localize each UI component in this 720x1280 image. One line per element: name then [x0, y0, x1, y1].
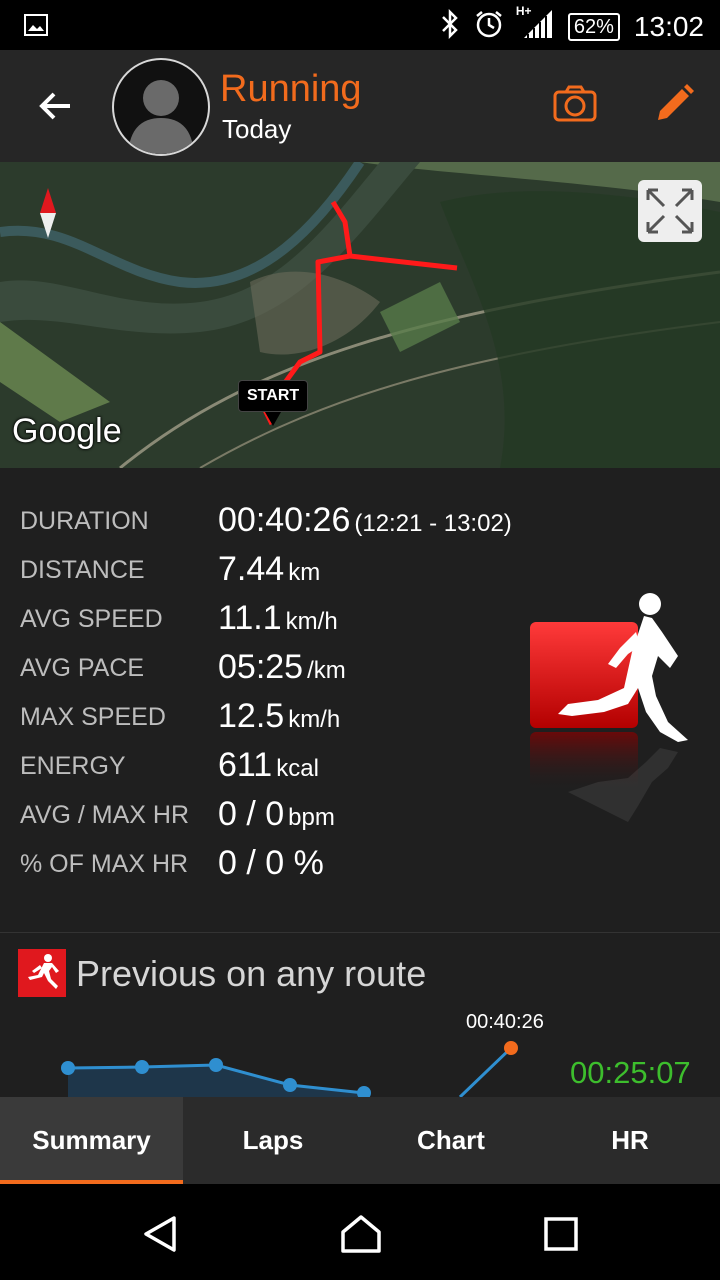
stat-pct-max-hr: % OF MAX HR 0 / 0 % [20, 843, 520, 883]
back-arrow-icon[interactable] [36, 86, 76, 126]
stat-label: AVG PACE [20, 654, 145, 682]
tab-summary[interactable]: Summary [0, 1097, 183, 1184]
stat-unit: km/h [288, 706, 341, 733]
chart-point-current [504, 1041, 518, 1055]
tab-chart[interactable]: Chart [361, 1097, 541, 1184]
battery-icon: 62% [567, 12, 620, 41]
stat-label: AVG / MAX HR [20, 801, 190, 829]
google-logo: Google [12, 412, 122, 450]
stat-label: AVG SPEED [20, 605, 163, 633]
previous-section[interactable]: Previous on any route 00:40:26 00:25:07 [0, 933, 720, 1097]
chart-point [61, 1061, 75, 1075]
status-bar: H+ 62% 13:02 [0, 0, 720, 50]
bluetooth-icon [440, 8, 460, 44]
stat-value: 11.1 [218, 599, 282, 637]
previous-title: Previous on any route [76, 953, 427, 994]
system-nav-bar [0, 1184, 720, 1280]
stat-unit: /km [307, 657, 346, 684]
chart-point [135, 1060, 149, 1074]
gallery-icon [24, 14, 48, 41]
stat-value: 0 / 0 % [218, 844, 324, 882]
stat-distance: DISTANCE 7.44 km [20, 549, 520, 589]
stat-unit: kcal [276, 755, 319, 782]
stat-label: % OF MAX HR [20, 850, 189, 878]
chart-point [209, 1058, 223, 1072]
expand-icon[interactable] [638, 180, 702, 242]
stat-duration: DURATION 00:40:26 (12:21 - 13:02) [20, 500, 520, 540]
edit-icon[interactable] [652, 82, 696, 126]
runner-icon [528, 592, 698, 872]
status-time: 13:02 [633, 10, 704, 42]
stat-value: 12.5 [218, 697, 285, 735]
start-pin [265, 412, 281, 426]
signal-icon: H+ [516, 4, 554, 45]
stat-unit: bpm [288, 804, 335, 831]
alarm-icon [474, 9, 504, 44]
stat-label: DURATION [20, 507, 149, 535]
start-marker: START [238, 380, 309, 412]
stat-unit: km [288, 559, 321, 586]
stat-value: 7.44 [218, 550, 285, 588]
tab-laps[interactable]: Laps [183, 1097, 363, 1184]
camera-icon[interactable] [553, 84, 597, 124]
avatar[interactable] [112, 58, 210, 156]
stat-value: 05:25 [218, 648, 304, 686]
recents-nav-icon[interactable] [543, 1216, 579, 1257]
stat-energy: ENERGY 611 kcal [20, 745, 520, 785]
app-bar: Running Today [0, 50, 720, 162]
stat-value: 0 / 0 [218, 795, 285, 833]
tab-hr[interactable]: HR [540, 1097, 720, 1184]
stat-value: 00:40:26 [218, 501, 351, 539]
chart-point [283, 1078, 297, 1092]
page-subtitle: Today [222, 114, 292, 144]
stat-max-speed: MAX SPEED 12.5 km/h [20, 696, 520, 736]
stat-label: ENERGY [20, 752, 126, 780]
chart-point [357, 1086, 371, 1097]
stat-avg-max-hr: AVG / MAX HR 0 / 0 bpm [20, 794, 520, 834]
stat-label: DISTANCE [20, 556, 145, 584]
page-title: Running [220, 68, 362, 110]
stat-unit: (12:21 - 13:02) [354, 510, 512, 537]
stat-avg-pace: AVG PACE 05:25/km [20, 647, 520, 687]
stat-value: 611 [218, 746, 273, 784]
route-map[interactable]: START Google [0, 162, 720, 468]
best-time: 00:25:07 [570, 1055, 691, 1090]
stat-avg-speed: AVG SPEED 11.1 km/h [20, 598, 520, 638]
stat-label: MAX SPEED [20, 703, 166, 731]
current-time-label: 00:40:26 [466, 1011, 544, 1033]
compass-icon[interactable] [38, 188, 58, 243]
runner-icon [18, 949, 66, 997]
back-nav-icon[interactable] [140, 1214, 180, 1259]
stat-unit: km/h [285, 608, 338, 635]
home-nav-icon[interactable] [339, 1214, 383, 1259]
tab-bar: Summary Laps Chart HR [0, 1097, 720, 1184]
network-type: H+ [515, 4, 532, 18]
battery-level: 62% [567, 12, 620, 41]
summary-stats: DURATION 00:40:26 (12:21 - 13:02) DISTANC… [0, 468, 720, 933]
